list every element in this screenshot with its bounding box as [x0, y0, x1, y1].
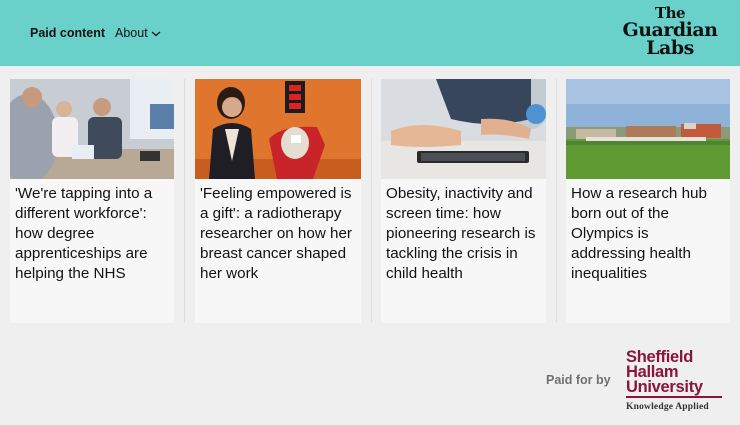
about-label: About	[115, 26, 148, 40]
logo-rule	[626, 396, 722, 398]
card-divider	[371, 79, 372, 323]
chevron-down-icon	[151, 31, 161, 37]
article-card[interactable]: How a research hub born out of the Olymp…	[566, 79, 730, 323]
article-title: How a research hub born out of the Olymp…	[571, 185, 707, 282]
paid-content-label: Paid content	[30, 26, 106, 40]
article-image	[10, 79, 174, 179]
card-divider	[184, 79, 185, 323]
sponsor-logo[interactable]: Sheffield Hallam University Knowledge Ap…	[626, 349, 722, 412]
article-title: Obesity, inactivity and screen time: how…	[386, 185, 536, 282]
article-image	[195, 79, 361, 179]
card-divider	[556, 79, 557, 323]
article-title: 'Feeling empowered is a gift': a radioth…	[200, 185, 352, 282]
article-title: 'We're tapping into a different workforc…	[15, 185, 153, 282]
article-card[interactable]: 'We're tapping into a different workforc…	[10, 79, 174, 323]
article-image	[381, 79, 546, 179]
header-bar: Paid content About The Guardian Labs	[0, 0, 740, 66]
about-dropdown[interactable]: About	[115, 26, 161, 40]
article-card[interactable]: Obesity, inactivity and screen time: how…	[381, 79, 546, 323]
article-image	[566, 79, 730, 179]
paid-for-by-label: Paid for by	[546, 373, 611, 387]
article-card[interactable]: 'Feeling empowered is a gift': a radioth…	[195, 79, 361, 323]
guardian-labs-logo[interactable]: The Guardian Labs	[620, 6, 720, 58]
